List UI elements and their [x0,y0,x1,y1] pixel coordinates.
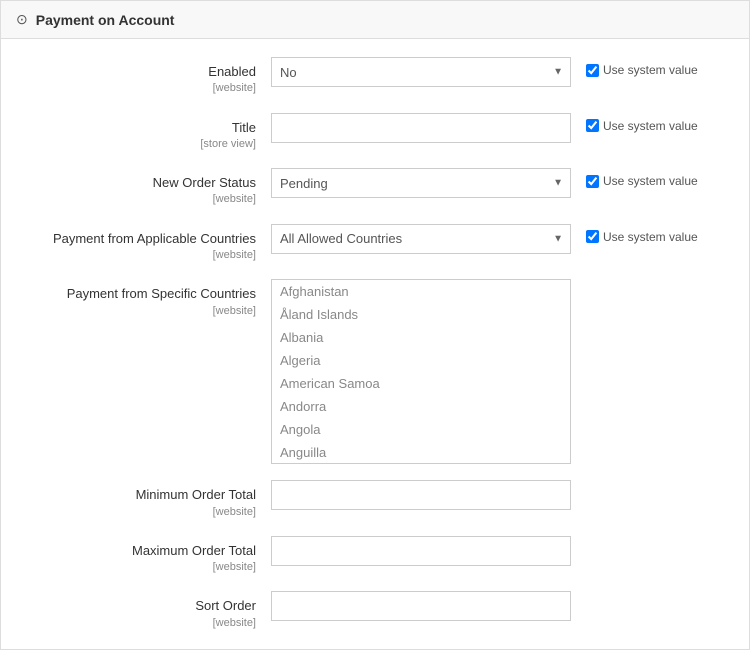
new-order-status-label: New Order Status [website] [1,168,271,208]
sort-order-input[interactable] [271,591,571,621]
maximum-order-total-input[interactable] [271,536,571,566]
enabled-row: Enabled [website] No Yes ▼ Use system va… [1,49,749,105]
new-order-status-system-value: Use system value [571,168,731,188]
list-item[interactable]: Albania [272,326,570,349]
minimum-order-total-row: Minimum Order Total [website] [1,472,749,528]
section-header[interactable]: ⊙ Payment on Account [1,1,749,39]
applicable-countries-select[interactable]: All Allowed Countries Specific Countries [271,224,571,254]
toggle-icon: ⊙ [16,11,28,28]
title-row: Title [store view] Payment on Account Us… [1,105,749,161]
applicable-countries-control: All Allowed Countries Specific Countries… [271,224,571,254]
specific-countries-row: Payment from Specific Countries [website… [1,271,749,472]
enabled-label: Enabled [website] [1,57,271,97]
list-item[interactable]: Anguilla [272,441,570,464]
minimum-order-total-input[interactable] [271,480,571,510]
list-item[interactable]: American Samoa [272,372,570,395]
enabled-system-value: Use system value [571,57,731,77]
title-system-value-label[interactable]: Use system value [586,119,698,133]
enabled-select[interactable]: No Yes [271,57,571,87]
list-item[interactable]: Åland Islands [272,303,570,326]
sort-order-row: Sort Order [website] [1,583,749,639]
new-order-status-system-value-label[interactable]: Use system value [586,174,698,188]
minimum-order-total-label: Minimum Order Total [website] [1,480,271,520]
applicable-countries-select-wrapper: All Allowed Countries Specific Countries… [271,224,571,254]
maximum-order-total-control [271,536,571,566]
title-input[interactable]: Payment on Account [271,113,571,143]
list-item[interactable]: Angola [272,418,570,441]
new-order-status-row: New Order Status [website] Pending Proce… [1,160,749,216]
specific-countries-listbox[interactable]: Afghanistan Åland Islands Albania Algeri… [271,279,571,464]
new-order-status-select[interactable]: Pending Processing Complete [271,168,571,198]
specific-countries-label: Payment from Specific Countries [website… [1,279,271,319]
applicable-countries-label: Payment from Applicable Countries [websi… [1,224,271,264]
page-container: ⊙ Payment on Account Enabled [website] N… [0,0,750,650]
enabled-control: No Yes ▼ [271,57,571,87]
applicable-countries-system-value-label[interactable]: Use system value [586,230,698,244]
sort-order-label: Sort Order [website] [1,591,271,631]
enabled-system-value-checkbox[interactable] [586,64,599,77]
list-item[interactable]: Andorra [272,395,570,418]
applicable-countries-row: Payment from Applicable Countries [websi… [1,216,749,272]
new-order-status-system-value-checkbox[interactable] [586,175,599,188]
maximum-order-total-label: Maximum Order Total [website] [1,536,271,576]
list-item[interactable]: Algeria [272,349,570,372]
section-title: Payment on Account [36,12,175,28]
enabled-system-value-label[interactable]: Use system value [586,63,698,77]
list-item[interactable]: Afghanistan [272,280,570,303]
specific-countries-control: Afghanistan Åland Islands Albania Algeri… [271,279,571,464]
applicable-countries-system-value: Use system value [571,224,731,244]
title-control: Payment on Account [271,113,571,143]
new-order-status-select-wrapper: Pending Processing Complete ▼ [271,168,571,198]
maximum-order-total-row: Maximum Order Total [website] [1,528,749,584]
minimum-order-total-control [271,480,571,510]
applicable-countries-system-value-checkbox[interactable] [586,230,599,243]
title-system-value-checkbox[interactable] [586,119,599,132]
enabled-select-wrapper: No Yes ▼ [271,57,571,87]
sort-order-control [271,591,571,621]
title-label: Title [store view] [1,113,271,153]
title-system-value: Use system value [571,113,731,133]
new-order-status-control: Pending Processing Complete ▼ [271,168,571,198]
section-content: Enabled [website] No Yes ▼ Use system va… [1,39,749,649]
